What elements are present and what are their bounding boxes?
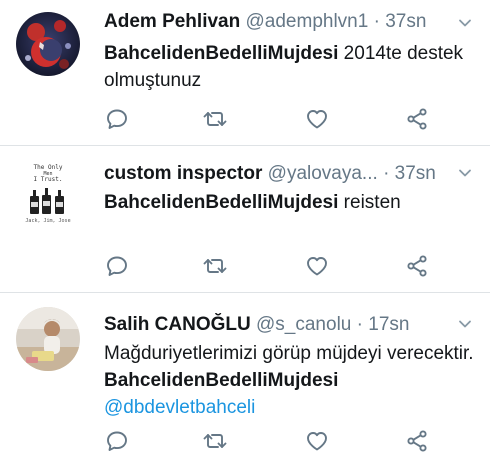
- avatar-text-line: Jack, Jim, Jose: [25, 218, 70, 224]
- display-name[interactable]: Adem Pehlivan: [104, 11, 240, 32]
- retweet-icon: [203, 112, 227, 126]
- avatar[interactable]: The Only Men I Trust. Jack, Jim, Jose: [16, 160, 80, 224]
- tweet[interactable]: Salih CANOĞLU @s_canolu · 17sn Mağduriye…: [0, 293, 490, 456]
- avatar[interactable]: [16, 307, 80, 371]
- share-icon: [407, 430, 427, 452]
- like-button[interactable]: [304, 429, 330, 453]
- reply-icon: [107, 109, 127, 129]
- tweet-actions: [104, 254, 444, 278]
- tweet[interactable]: The Only Men I Trust. Jack, Jim, Jose cu…: [0, 146, 490, 293]
- username[interactable]: @yalovaya...: [268, 163, 378, 184]
- retweet-icon: [203, 259, 227, 273]
- timeline: Adem Pehlivan @ademphlvn1 · 37sn Bahceli…: [0, 0, 490, 456]
- reply-button[interactable]: [104, 107, 130, 131]
- tweet[interactable]: Adem Pehlivan @ademphlvn1 · 37sn Bahceli…: [0, 0, 490, 146]
- tweet-text-content: reisten: [338, 192, 401, 213]
- share-button[interactable]: [404, 107, 430, 131]
- tweet-text: BahcelidenBedelliMujdesi 2014te destek o…: [104, 40, 476, 94]
- separator: ·: [383, 163, 390, 184]
- like-icon: [307, 432, 327, 451]
- chevron-down-icon[interactable]: [458, 317, 472, 331]
- retweet-icon: [203, 434, 227, 448]
- share-button[interactable]: [404, 429, 430, 453]
- tweet-text-content: Mağduriyetlerimizi görüp müjdeyi verecek…: [104, 343, 474, 364]
- retweet-button[interactable]: [202, 254, 228, 278]
- timestamp[interactable]: 17sn: [368, 314, 409, 335]
- like-button[interactable]: [304, 254, 330, 278]
- tweet-header: Salih CANOĞLU @s_canolu · 17sn: [104, 313, 450, 337]
- tweet-header: Adem Pehlivan @ademphlvn1 · 37sn: [104, 10, 450, 34]
- share-button[interactable]: [404, 254, 430, 278]
- chevron-down-icon[interactable]: [458, 16, 472, 30]
- like-icon: [307, 110, 327, 129]
- tweet-actions: [104, 429, 444, 453]
- reply-button[interactable]: [104, 429, 130, 453]
- hashtag[interactable]: BahcelidenBedelliMujdesi: [104, 370, 338, 391]
- username[interactable]: @s_canolu: [256, 314, 351, 335]
- mention-link[interactable]: @dbdevletbahceli: [104, 397, 255, 418]
- reply-icon: [107, 256, 127, 276]
- avatar[interactable]: [16, 12, 80, 76]
- retweet-button[interactable]: [202, 107, 228, 131]
- share-icon: [407, 255, 427, 277]
- hashtag[interactable]: BahcelidenBedelliMujdesi: [104, 192, 338, 213]
- tweet-actions: [104, 107, 444, 131]
- tweet-text: Mağduriyetlerimizi görüp müjdeyi verecek…: [104, 340, 476, 421]
- chevron-down-icon[interactable]: [458, 166, 472, 180]
- reply-button[interactable]: [104, 254, 130, 278]
- like-icon: [307, 257, 327, 276]
- avatar-text-line: I Trust.: [34, 176, 63, 183]
- like-button[interactable]: [304, 107, 330, 131]
- display-name[interactable]: custom inspector: [104, 163, 262, 184]
- separator: ·: [373, 11, 380, 32]
- timestamp[interactable]: 37sn: [385, 11, 426, 32]
- display-name[interactable]: Salih CANOĞLU: [104, 314, 251, 335]
- avatar-text-line: The Only: [34, 164, 63, 171]
- retweet-button[interactable]: [202, 429, 228, 453]
- separator: ·: [356, 314, 363, 335]
- reply-icon: [107, 431, 127, 451]
- tweet-text: BahcelidenBedelliMujdesi reisten: [104, 189, 476, 216]
- share-icon: [407, 108, 427, 130]
- tweet-header: custom inspector @yalovaya... · 37sn: [104, 162, 450, 186]
- hashtag[interactable]: BahcelidenBedelliMujdesi: [104, 43, 338, 64]
- timestamp[interactable]: 37sn: [395, 163, 436, 184]
- username[interactable]: @ademphlvn1: [246, 11, 369, 32]
